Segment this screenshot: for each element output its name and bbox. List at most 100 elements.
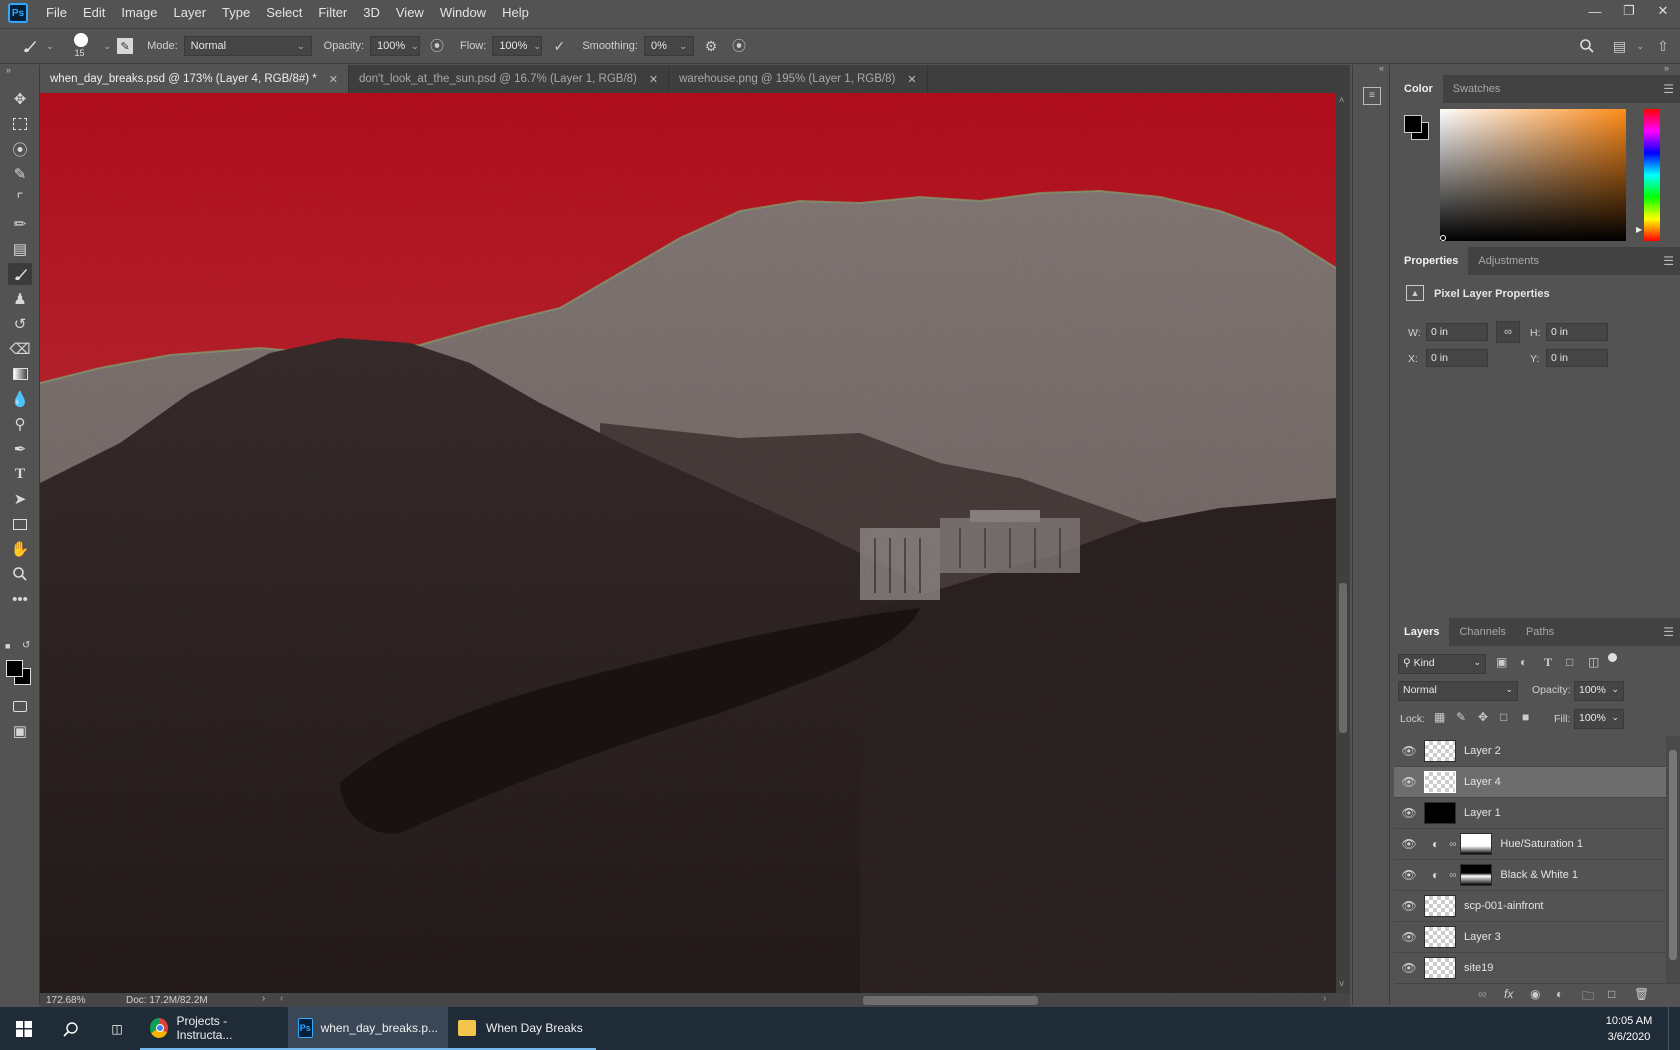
- canvas-area[interactable]: ˄ ˅: [40, 93, 1350, 993]
- lock-position-icon[interactable]: ✥: [1478, 710, 1488, 724]
- tool-preset-chevron-icon[interactable]: ⌄: [46, 41, 54, 52]
- layer-row-layer-3[interactable]: 👁 Layer 3: [1394, 922, 1666, 953]
- link-icon[interactable]: ∞: [1449, 839, 1456, 850]
- hue-slider[interactable]: [1644, 109, 1660, 241]
- dodge-tool-icon[interactable]: ⚲: [8, 413, 32, 435]
- close-window-button[interactable]: ✕: [1646, 0, 1680, 22]
- menu-select[interactable]: Select: [258, 0, 310, 26]
- tab-paths[interactable]: Paths: [1516, 618, 1564, 646]
- layer-name[interactable]: Black & White 1: [1500, 869, 1578, 881]
- tab-color[interactable]: Color: [1394, 75, 1443, 103]
- link-icon[interactable]: ∞: [1449, 870, 1456, 881]
- system-clock[interactable]: 10:05 AM 3/6/2020: [1590, 1013, 1668, 1045]
- workspace-icon[interactable]: ▤: [1608, 35, 1630, 57]
- lock-artboard-icon[interactable]: □: [1500, 710, 1507, 724]
- pressure-opacity-icon[interactable]: ⦿: [426, 35, 448, 57]
- more-tools-icon[interactable]: •••: [8, 588, 32, 610]
- lock-transparent-pixels-icon[interactable]: ▦: [1434, 710, 1445, 724]
- expand-panels-icon[interactable]: «: [1379, 63, 1384, 73]
- show-desktop-button[interactable]: [1668, 1007, 1676, 1050]
- eye-icon[interactable]: 👁: [1394, 775, 1424, 789]
- lock-all-icon[interactable]: ■: [1522, 710, 1529, 724]
- layer-name[interactable]: Layer 2: [1464, 745, 1501, 757]
- status-menu-icon[interactable]: ›: [262, 993, 265, 1004]
- eye-icon[interactable]: 👁: [1394, 837, 1424, 851]
- smoothing-input[interactable]: 0% ⌄: [643, 36, 694, 56]
- width-field[interactable]: 0 in: [1426, 323, 1488, 341]
- blend-mode-select[interactable]: Normal ⌄: [1398, 681, 1518, 701]
- scroll-right-icon[interactable]: ›: [1323, 993, 1326, 1004]
- layer-name[interactable]: scp-001-ainfront: [1464, 900, 1544, 912]
- quick-mask-icon[interactable]: [8, 695, 32, 717]
- history-brush-tool-icon[interactable]: ↺: [8, 313, 32, 335]
- healing-brush-tool-icon[interactable]: ▤: [8, 238, 32, 260]
- task-view-icon[interactable]: ◫: [94, 1007, 140, 1050]
- swap-colors-icon[interactable]: ↺: [22, 640, 30, 651]
- minimize-button[interactable]: —: [1578, 0, 1612, 22]
- crop-tool-icon[interactable]: ⌜: [8, 188, 32, 210]
- hue-slider-handle-icon[interactable]: ▶: [1636, 225, 1642, 234]
- eye-icon[interactable]: 👁: [1394, 899, 1424, 913]
- layer-filter-select[interactable]: ⚲ Kind ⌄: [1398, 654, 1486, 674]
- eye-icon[interactable]: 👁: [1394, 806, 1424, 820]
- eye-icon[interactable]: 👁: [1394, 930, 1424, 944]
- collapse-toolbar-icon[interactable]: »: [6, 65, 11, 75]
- x-field[interactable]: 0 in: [1426, 349, 1488, 367]
- menu-layer[interactable]: Layer: [166, 0, 215, 26]
- foreground-color-swatch[interactable]: [6, 660, 23, 677]
- pen-tool-icon[interactable]: ✒: [8, 438, 32, 460]
- lasso-tool-icon[interactable]: ⦿: [8, 138, 32, 160]
- document-canvas[interactable]: [40, 93, 1336, 993]
- layers-scroll-thumb[interactable]: [1669, 750, 1677, 960]
- filter-adjustment-icon[interactable]: ◐: [1520, 655, 1527, 669]
- brush-preset-picker[interactable]: 15: [68, 31, 98, 61]
- menu-file[interactable]: File: [38, 0, 75, 26]
- layer-row-hue-saturation-1[interactable]: 👁 ◐ ∞ Hue/Saturation 1: [1394, 829, 1666, 860]
- layer-row-layer-1[interactable]: 👁 Layer 1: [1394, 798, 1666, 829]
- taskbar-app-chrome[interactable]: Projects - Instructa...: [140, 1007, 288, 1050]
- menu-image[interactable]: Image: [113, 0, 165, 26]
- new-layer-icon[interactable]: □: [1608, 987, 1615, 1001]
- new-adjustment-layer-icon[interactable]: ◐: [1556, 987, 1563, 1001]
- history-panel-icon[interactable]: ≡: [1363, 87, 1381, 105]
- menu-edit[interactable]: Edit: [75, 0, 113, 26]
- type-tool-icon[interactable]: T: [8, 463, 32, 485]
- tab-channels[interactable]: Channels: [1449, 618, 1515, 646]
- tab-dont-look-at-the-sun[interactable]: don't_look_at_the_sun.psd @ 16.7% (Layer…: [348, 65, 670, 93]
- layer-row-site19[interactable]: 👁 site19: [1394, 953, 1666, 984]
- opacity-input[interactable]: 100% ⌄: [370, 36, 421, 56]
- move-tool-icon[interactable]: ✥: [8, 88, 32, 110]
- path-selection-tool-icon[interactable]: ➤: [8, 488, 32, 510]
- flow-input[interactable]: 100% ⌄: [492, 36, 543, 56]
- brush-picker-chevron-icon[interactable]: ⌄: [104, 41, 112, 52]
- close-icon[interactable]: ✕: [649, 73, 658, 86]
- vertical-scrollbar[interactable]: ˄ ˅: [1336, 93, 1350, 993]
- rectangle-tool-icon[interactable]: [8, 513, 32, 535]
- layer-name[interactable]: Layer 1: [1464, 807, 1501, 819]
- filter-shape-icon[interactable]: □: [1566, 655, 1573, 669]
- eraser-tool-icon[interactable]: ⌫: [8, 338, 32, 360]
- tab-warehouse[interactable]: warehouse.png @ 195% (Layer 1, RGB/8) ✕: [669, 65, 928, 93]
- layer-name[interactable]: Hue/Saturation 1: [1500, 838, 1583, 850]
- panel-menu-icon[interactable]: ☰: [1663, 625, 1674, 639]
- tab-when-day-breaks[interactable]: when_day_breaks.psd @ 173% (Layer 4, RGB…: [40, 65, 349, 93]
- tab-adjustments[interactable]: Adjustments: [1468, 247, 1549, 275]
- search-icon[interactable]: [48, 1007, 94, 1050]
- menu-help[interactable]: Help: [494, 0, 537, 26]
- panel-menu-icon[interactable]: ☰: [1663, 254, 1674, 268]
- menu-3d[interactable]: 3D: [355, 0, 388, 26]
- horizontal-scroll-thumb[interactable]: [863, 996, 1038, 1005]
- link-dimensions-icon[interactable]: ∞: [1496, 321, 1520, 343]
- menu-type[interactable]: Type: [214, 0, 258, 26]
- menu-view[interactable]: View: [388, 0, 432, 26]
- color-field[interactable]: [1440, 109, 1626, 241]
- quick-selection-tool-icon[interactable]: ✎: [8, 163, 32, 185]
- layer-row-layer-4[interactable]: 👁 Layer 4: [1394, 767, 1666, 798]
- airbrush-icon[interactable]: ✓: [548, 35, 570, 57]
- clone-stamp-tool-icon[interactable]: ♟: [8, 288, 32, 310]
- y-field[interactable]: 0 in: [1546, 349, 1608, 367]
- layer-style-icon[interactable]: fx: [1504, 987, 1513, 1001]
- close-icon[interactable]: ✕: [907, 73, 916, 86]
- lock-image-pixels-icon[interactable]: ✎: [1456, 710, 1466, 724]
- fill-input[interactable]: 100% ⌄: [1574, 709, 1624, 729]
